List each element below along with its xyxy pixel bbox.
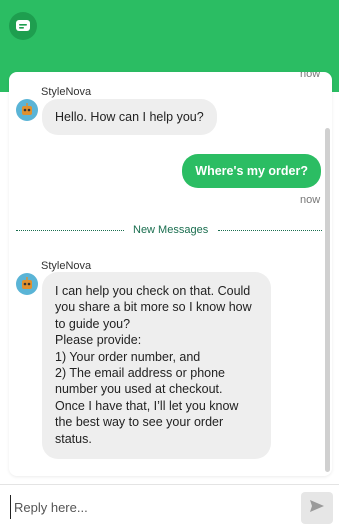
send-button[interactable] [301,492,333,524]
bot-message-line: the best way to see your order [55,415,224,430]
bot-message-line: you share a bit more so I know how [55,300,252,315]
send-icon [309,499,325,518]
bot-message-line: 2) The email address or phone [55,366,226,381]
bot-message-line: I can help you check on that. Could [55,284,251,298]
bot-message-line: status. [55,431,92,446]
bot-message-line: 1) Your order number, and [55,349,201,364]
bot-message-bubble: Hello. How can I help you? [42,99,217,136]
bot-message-bubble: I can help you check on that. Could you … [42,272,271,460]
bot-avatar-icon [16,99,38,121]
prev-message-time: now [300,72,321,80]
new-messages-divider: New Messages [133,224,209,236]
user-message-bubble: Where's my order? [182,154,321,188]
bot-message-text: Hello. How can I help you? [55,110,204,124]
user-message-time: now [300,194,321,206]
chat-bubble-icon [9,12,37,40]
bot-message-line: Once I have that, I’ll let you know [55,398,239,413]
user-message-text: Where's my order? [195,164,308,178]
bot-message-line: to guide you? [55,316,131,331]
scrollbar[interactable] [325,128,330,472]
bot-message-line: number you used at checkout. [55,382,223,397]
composer [0,484,339,530]
bot-message-line: Please provide: [55,333,142,348]
divider-line-left [16,230,124,231]
sender-name: StyleNova [41,86,92,98]
conversation-panel[interactable]: now StyleNova Hello. How can I help you?… [9,72,332,476]
divider-line-right [218,230,322,231]
bot-avatar-icon [16,273,38,295]
sender-name: StyleNova [41,260,92,272]
reply-input[interactable] [10,495,284,519]
